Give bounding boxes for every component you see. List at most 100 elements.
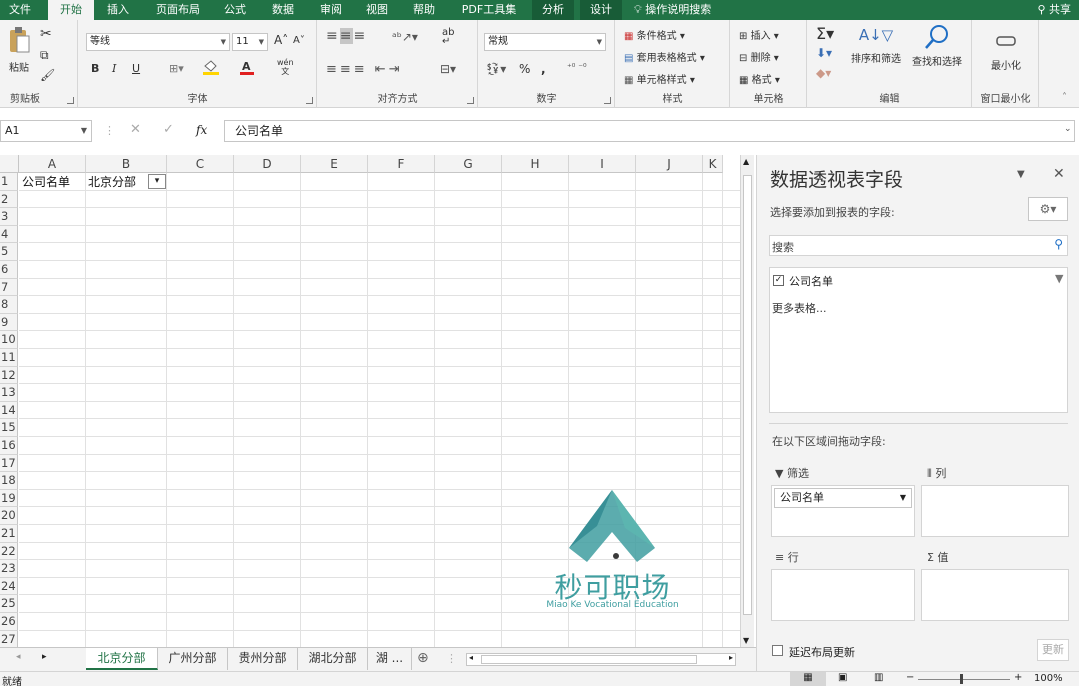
column-header[interactable]: H bbox=[502, 155, 569, 173]
delete-cells-button[interactable]: ⊟ 删除 ▾ bbox=[739, 49, 779, 64]
format-as-table-button[interactable]: ▤ 套用表格格式 ▾ bbox=[624, 49, 705, 64]
comma-button[interactable]: , bbox=[541, 62, 546, 76]
row-header[interactable]: 4 bbox=[0, 225, 18, 244]
pane-options-icon[interactable]: ▼ bbox=[1017, 169, 1025, 180]
row-header[interactable]: 18 bbox=[0, 472, 18, 490]
zoom-slider-thumb[interactable] bbox=[960, 674, 963, 684]
columns-zone[interactable] bbox=[921, 485, 1069, 537]
field-filter-icon[interactable]: ▼ bbox=[1055, 272, 1063, 285]
tab-home[interactable]: 开始 bbox=[48, 0, 94, 20]
decimal-icons[interactable]: ⁺⁰ ⁻⁰ bbox=[567, 63, 587, 73]
font-launcher[interactable] bbox=[306, 97, 313, 104]
tab-analyze[interactable]: 分析 bbox=[532, 0, 574, 20]
formula-input[interactable]: 公司名单 bbox=[224, 120, 1075, 142]
cell-a1[interactable]: 公司名单 bbox=[22, 173, 70, 190]
row-header[interactable]: 21 bbox=[0, 525, 18, 543]
row-header[interactable]: 19 bbox=[0, 489, 18, 508]
cell-styles-button[interactable]: ▦ 单元格样式 ▾ bbox=[624, 71, 695, 86]
tell-me-search[interactable]: 💡︎ 操作说明搜索 bbox=[634, 0, 744, 20]
italic-button[interactable]: I bbox=[112, 62, 116, 75]
bold-button[interactable]: B bbox=[91, 62, 99, 75]
gear-icon[interactable]: ⚙▾ bbox=[1028, 197, 1068, 221]
tab-review[interactable]: 审阅 bbox=[310, 0, 352, 20]
zoom-out-icon[interactable]: − bbox=[906, 672, 914, 683]
prev-sheet-icon[interactable]: ◂ bbox=[16, 652, 21, 662]
find-select-button[interactable]: 查找和选择 bbox=[908, 24, 966, 68]
rows-zone[interactable] bbox=[771, 569, 915, 621]
number-format-select[interactable]: 常规 ▼ bbox=[484, 33, 606, 51]
normal-view-icon[interactable]: ▦ bbox=[790, 672, 826, 686]
enter-icon[interactable]: ✓ bbox=[163, 122, 174, 137]
insert-function-button[interactable]: fx bbox=[196, 123, 207, 137]
tab-pdf-tools[interactable]: PDF工具集 bbox=[452, 0, 526, 20]
tab-insert[interactable]: 插入 bbox=[96, 0, 140, 20]
insert-cells-button[interactable]: ⊞ 插入 ▾ bbox=[739, 27, 779, 42]
page-break-view-icon[interactable]: ▥ bbox=[874, 672, 883, 683]
field-checkbox[interactable]: ✓ bbox=[773, 275, 784, 286]
horizontal-scrollbar[interactable]: ◂ ▸ bbox=[466, 653, 736, 666]
share-button[interactable]: ⚲ 共享 bbox=[1037, 0, 1071, 20]
fill-icon[interactable]: ⬇▾ bbox=[816, 46, 832, 60]
field-search-input[interactable]: 搜索 ⚲ bbox=[769, 235, 1068, 256]
merge-cells-icon[interactable]: ⊟▾ bbox=[440, 62, 456, 76]
format-painter-icon[interactable]: 🖌︎ bbox=[40, 68, 55, 82]
tab-view[interactable]: 视图 bbox=[356, 0, 398, 20]
row-header[interactable]: 6 bbox=[0, 261, 18, 279]
copy-icon[interactable]: ⧉ bbox=[40, 48, 49, 63]
phonetic-button[interactable]: wén 文 bbox=[277, 58, 294, 76]
tab-help[interactable]: 帮助 bbox=[402, 0, 446, 20]
cut-icon[interactable]: ✂ bbox=[40, 26, 52, 42]
sheet-tab-beijing[interactable]: 北京分部 bbox=[86, 648, 158, 670]
number-launcher[interactable] bbox=[604, 97, 611, 104]
font-color-button[interactable]: A bbox=[239, 60, 261, 79]
column-header[interactable]: D bbox=[234, 155, 301, 173]
row-header[interactable]: 24 bbox=[0, 577, 18, 596]
add-sheet-icon[interactable]: ⊕ bbox=[417, 650, 429, 666]
fill-color-button[interactable] bbox=[201, 60, 227, 79]
conditional-format-button[interactable]: ▦ 条件格式 ▾ bbox=[624, 27, 685, 42]
vertical-align-icons[interactable]: ≡≡≡ bbox=[326, 28, 367, 44]
row-header[interactable]: 27 bbox=[0, 630, 18, 647]
collapse-ribbon-icon[interactable]: ˄ bbox=[1062, 92, 1067, 103]
grow-font-button[interactable]: A˄ bbox=[274, 33, 288, 47]
row-header[interactable]: 17 bbox=[0, 454, 18, 473]
row-header[interactable]: 16 bbox=[0, 437, 18, 455]
filter-zone-item[interactable]: 公司名单 ▼ bbox=[774, 488, 912, 508]
clipboard-launcher[interactable] bbox=[67, 97, 74, 104]
row-header[interactable]: 13 bbox=[0, 384, 18, 402]
alignment-launcher[interactable] bbox=[467, 97, 474, 104]
shrink-font-button[interactable]: A˅ bbox=[293, 35, 305, 46]
column-header[interactable]: A bbox=[19, 155, 86, 173]
autosum-icon[interactable]: Σ▾ bbox=[816, 24, 834, 43]
row-header[interactable]: 7 bbox=[0, 278, 18, 297]
vertical-scrollbar[interactable]: ▲ ▼ bbox=[740, 155, 754, 647]
h-scroll-thumb[interactable] bbox=[481, 655, 697, 664]
tab-formulas[interactable]: 公式 bbox=[214, 0, 256, 20]
row-header[interactable]: 3 bbox=[0, 208, 18, 226]
column-header[interactable]: C bbox=[167, 155, 234, 173]
row-header[interactable]: 20 bbox=[0, 507, 18, 525]
format-cells-button[interactable]: ▦ 格式 ▾ bbox=[739, 71, 780, 86]
scroll-left-icon[interactable]: ◂ bbox=[469, 653, 473, 662]
select-all-corner[interactable] bbox=[0, 155, 19, 173]
scroll-down-icon[interactable]: ▼ bbox=[743, 636, 749, 645]
wrap-text-button[interactable]: ab ↵ bbox=[442, 28, 454, 47]
row-header[interactable]: 15 bbox=[0, 419, 18, 437]
row-header[interactable]: 23 bbox=[0, 560, 18, 578]
orientation-icon[interactable]: ᵃᵇ↗▾ bbox=[392, 30, 418, 44]
row-header[interactable]: 22 bbox=[0, 542, 18, 561]
zoom-slider[interactable] bbox=[918, 679, 1010, 680]
sort-filter-button[interactable]: A↓▽ 排序和筛选 bbox=[848, 26, 904, 65]
tab-data[interactable]: 数据 bbox=[262, 0, 304, 20]
font-size-select[interactable]: 11 ▼ bbox=[232, 33, 268, 51]
sheet-tab-more[interactable]: 湖 ... bbox=[368, 648, 412, 670]
column-header[interactable]: K bbox=[703, 155, 723, 173]
row-header[interactable]: 9 bbox=[0, 313, 18, 332]
row-header[interactable]: 25 bbox=[0, 595, 18, 613]
scroll-thumb[interactable] bbox=[743, 175, 752, 615]
scroll-up-icon[interactable]: ▲ bbox=[743, 157, 749, 166]
column-header[interactable]: G bbox=[435, 155, 502, 173]
cell-b1[interactable]: 北京分部 bbox=[88, 173, 136, 190]
minimize-button[interactable]: 最小化 bbox=[983, 34, 1029, 72]
row-header[interactable]: 12 bbox=[0, 366, 18, 385]
